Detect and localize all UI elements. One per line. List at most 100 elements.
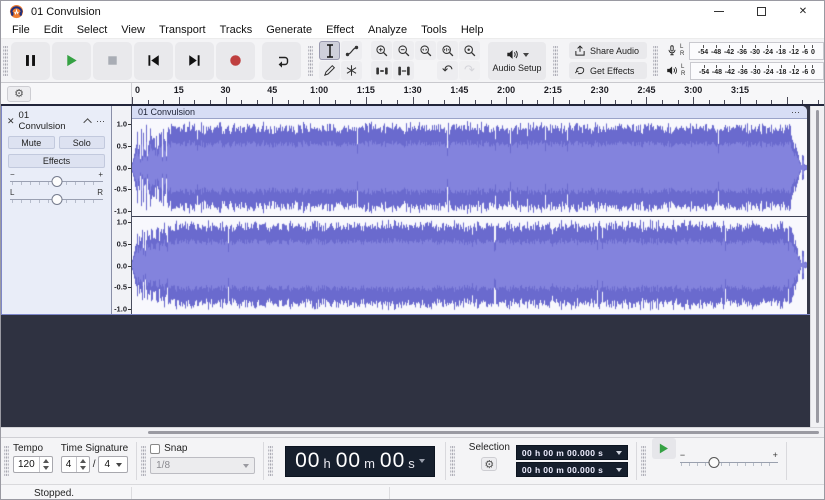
tools-toolbar-grip[interactable] [308, 46, 313, 76]
playback-speed-slider[interactable]: − + [680, 453, 778, 470]
playback-meter[interactable]: LR -54-48-42-36-30-24-18-12-60 [666, 61, 824, 80]
time-ruler-scale[interactable]: 01530451:001:151:301:452:002:152:302:453… [132, 83, 824, 104]
selection-toolbar-grip[interactable] [450, 446, 455, 476]
snap-checkbox[interactable] [150, 444, 160, 454]
snap-interval-select[interactable]: 1/8 [150, 457, 255, 474]
menu-transport[interactable]: Transport [152, 24, 213, 36]
speed-max-label: + [773, 450, 778, 460]
trim-audio-button[interactable] [371, 61, 392, 80]
pan-slider[interactable]: L R [10, 188, 103, 205]
mute-button[interactable]: Mute [8, 136, 55, 149]
stop-button[interactable] [93, 42, 132, 80]
menu-effect[interactable]: Effect [319, 24, 361, 36]
get-effects-button[interactable]: Get Effects [569, 62, 647, 79]
selection-options-button[interactable]: ⚙ [481, 457, 497, 471]
recording-meter[interactable]: LR -54-48-42-36-30-24-18-12-60 [666, 41, 824, 60]
vertical-scale-ruler[interactable]: 1.00.50.0-0.5-1.0 1.00.50.0-0.5-1.0 [112, 106, 132, 314]
menu-tracks[interactable]: Tracks [213, 24, 260, 36]
audio-track[interactable]: ✕ 01 Convulsion ⋯ Mute Solo Effects − + [1, 106, 813, 315]
track-name[interactable]: 01 Convulsion [19, 110, 79, 132]
track-control-panel: ✕ 01 Convulsion ⋯ Mute Solo Effects − + [2, 106, 112, 314]
selection-start-field[interactable]: 00 h 00 m 00.000 s [516, 445, 628, 460]
play-at-speed-grip[interactable] [641, 446, 646, 476]
record-button[interactable] [216, 42, 255, 80]
solo-button[interactable]: Solo [59, 136, 106, 149]
menu-select[interactable]: Select [70, 24, 115, 36]
selection-end-value[interactable]: 00 h 00 m 00.000 s [522, 465, 603, 475]
silence-audio-icon [397, 65, 411, 77]
ts-lower-caret-icon [116, 463, 122, 467]
meter-scale-0: 0 [811, 65, 815, 76]
loop-button[interactable] [262, 42, 301, 80]
menu-generate[interactable]: Generate [259, 24, 319, 36]
tempo-spinner[interactable]: 120 [13, 456, 53, 473]
play-button[interactable] [52, 42, 91, 80]
time-signature-upper-value[interactable]: 4 [62, 457, 76, 472]
vertical-scrollbar-thumb[interactable] [816, 110, 819, 423]
menu-file[interactable]: File [5, 24, 37, 36]
ts-spin-arrows[interactable] [76, 457, 89, 472]
effects-button[interactable]: Effects [8, 154, 105, 168]
transport-toolbar-grip[interactable] [3, 46, 8, 76]
redo-button[interactable]: ↷ [459, 61, 480, 80]
close-button[interactable]: ✕ [782, 1, 824, 22]
gain-slider-thumb[interactable] [51, 176, 62, 187]
horizontal-scrollbar[interactable] [1, 427, 824, 437]
timeline-ruler[interactable]: ⚙ 01530451:001:151:301:452:002:152:302:4… [1, 83, 824, 106]
selection-end-field[interactable]: 00 h 00 m 00.000 s [516, 462, 628, 477]
zoom-toggle-button[interactable] [459, 41, 480, 60]
meter-toolbar-grip[interactable] [653, 46, 658, 76]
track-menu-button[interactable]: ⋯ [96, 116, 106, 127]
maximize-button[interactable] [740, 1, 782, 22]
silence-audio-button[interactable] [393, 61, 414, 80]
draw-tool-button[interactable] [319, 61, 340, 80]
menu-edit[interactable]: Edit [37, 24, 70, 36]
menu-view[interactable]: View [114, 24, 152, 36]
tempo-spin-arrows[interactable] [39, 457, 52, 472]
menu-help[interactable]: Help [454, 24, 491, 36]
multi-tool-button[interactable] [341, 61, 362, 80]
horizontal-scrollbar-thumb[interactable] [148, 431, 819, 434]
time-signature-toolbar-grip[interactable] [4, 446, 9, 476]
timeline-options-button[interactable]: ⚙ [7, 86, 31, 102]
waveform-channel-2[interactable] [132, 216, 807, 313]
gain-slider[interactable]: − + [10, 170, 103, 187]
audio-clip[interactable]: 01 Convulsion ⋯ [132, 106, 807, 314]
minimize-button[interactable] [698, 1, 740, 22]
skip-to-end-button[interactable] [175, 42, 214, 80]
selection-start-value[interactable]: 00 h 00 m 00.000 s [522, 448, 603, 458]
time-minutes[interactable]: 00 [336, 449, 361, 473]
vertical-scrollbar[interactable] [810, 106, 824, 427]
selection-tool-button[interactable] [319, 41, 340, 60]
clip-menu-button[interactable]: ⋯ [791, 107, 801, 118]
tempo-value[interactable]: 120 [14, 457, 39, 472]
waveform-channel-1[interactable] [132, 119, 807, 216]
pan-slider-thumb[interactable] [51, 194, 62, 205]
envelope-tool-button[interactable] [341, 41, 362, 60]
speed-slider-thumb[interactable] [709, 457, 720, 468]
share-audio-button[interactable]: Share Audio [569, 42, 647, 59]
pause-button[interactable] [11, 42, 50, 80]
audio-position-display[interactable]: 00h 00m 00s [285, 446, 435, 477]
play-at-speed-button[interactable] [652, 438, 676, 459]
zoom-selection-button[interactable] [415, 41, 436, 60]
zoom-in-button[interactable] [371, 41, 392, 60]
zoom-out-button[interactable] [393, 41, 414, 60]
status-text: Stopped. [34, 488, 74, 499]
skip-to-start-button[interactable] [134, 42, 173, 80]
time-signature-lower-select[interactable]: 4 [98, 456, 128, 473]
share-toolbar-grip[interactable] [553, 46, 558, 76]
time-toolbar-grip[interactable] [268, 446, 273, 476]
track-close-button[interactable]: ✕ [7, 116, 15, 127]
time-hours[interactable]: 00 [295, 449, 320, 473]
undo-button[interactable]: ↶ [437, 61, 458, 80]
zoom-fit-button[interactable] [437, 41, 458, 60]
menu-tools[interactable]: Tools [414, 24, 454, 36]
time-signature-upper-spinner[interactable]: 4 [61, 456, 90, 473]
audio-setup-button[interactable]: Audio Setup [488, 42, 546, 80]
menu-analyze[interactable]: Analyze [361, 24, 414, 36]
clip-header[interactable]: 01 Convulsion ⋯ [132, 106, 807, 119]
time-seconds[interactable]: 00 [380, 449, 405, 473]
collapse-track-icon[interactable] [83, 118, 91, 126]
snap-toolbar-grip[interactable] [141, 446, 146, 476]
